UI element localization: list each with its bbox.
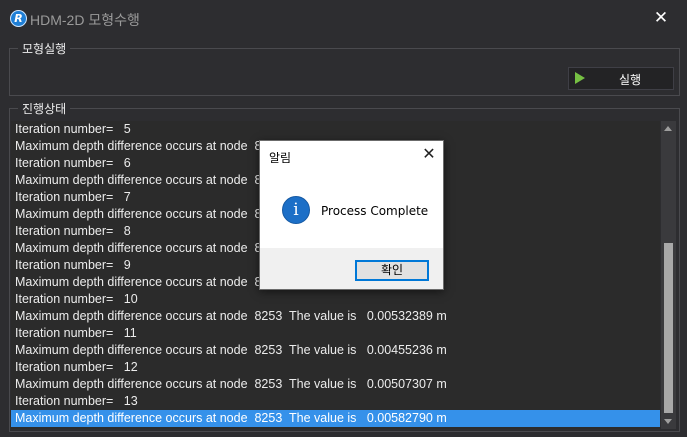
log-line[interactable]: Maximum depth difference occurs at node … xyxy=(11,342,660,359)
progress-group-legend: 진행상태 xyxy=(18,100,71,117)
scroll-up-icon[interactable] xyxy=(664,126,672,131)
window-close-icon[interactable]: ✕ xyxy=(651,8,671,28)
dialog-close-icon[interactable]: ✕ xyxy=(420,145,438,163)
log-scrollbar[interactable] xyxy=(661,121,676,429)
log-line[interactable]: Maximum depth difference occurs at node … xyxy=(11,376,660,393)
log-line[interactable]: Iteration number= 11 xyxy=(11,325,660,342)
dialog-message: Process Complete xyxy=(321,204,429,218)
title-bar: R HDM-2D 모형수행 ✕ xyxy=(0,0,687,38)
run-button[interactable]: 실행 xyxy=(568,67,674,90)
dialog-title: 알림 xyxy=(269,151,292,165)
scroll-thumb[interactable] xyxy=(664,243,673,413)
play-icon xyxy=(575,72,585,84)
scroll-down-icon[interactable] xyxy=(664,419,672,424)
ok-button[interactable]: 확인 xyxy=(355,260,429,281)
log-line[interactable]: Iteration number= 12 xyxy=(11,359,660,376)
log-line[interactable]: Maximum depth difference occurs at node … xyxy=(11,308,660,325)
run-button-label: 실행 xyxy=(619,73,642,87)
run-group-legend: 모형실행 xyxy=(18,40,71,57)
log-line[interactable]: Iteration number= 10 xyxy=(11,291,660,308)
app-logo-icon: R xyxy=(10,10,27,27)
log-line[interactable]: Maximum depth difference occurs at node … xyxy=(11,410,660,427)
dialog-footer: 확인 xyxy=(260,248,443,289)
info-icon: i xyxy=(282,196,310,224)
log-line[interactable]: Iteration number= 13 xyxy=(11,393,660,410)
log-line[interactable]: Iteration number= 5 xyxy=(11,121,660,138)
alert-dialog: 알림 ✕ i Process Complete 확인 xyxy=(259,140,444,290)
window-title: HDM-2D 모형수행 xyxy=(30,12,140,28)
